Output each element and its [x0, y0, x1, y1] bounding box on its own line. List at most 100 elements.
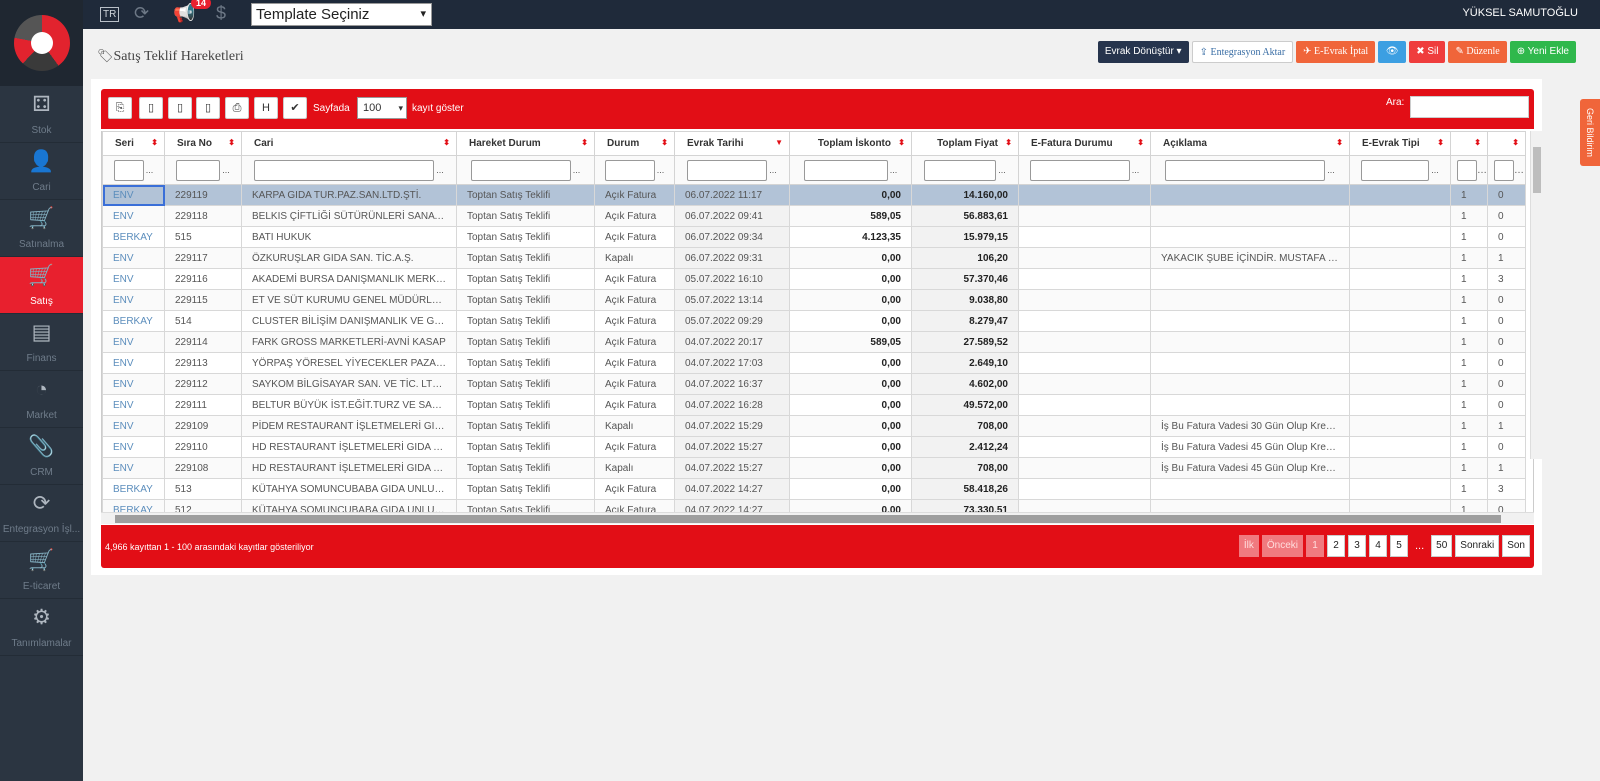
delete-button[interactable]: ✖ Sil: [1409, 41, 1446, 63]
filter-input[interactable]: [113, 159, 144, 181]
edit-button[interactable]: ✎ Düzenle: [1448, 41, 1507, 63]
table-row[interactable]: BERKAY 514 CLUSTER BİLİŞİM DANIŞMANLIK VE …: [102, 310, 1526, 332]
sidebar-item-3[interactable]: 🛒 Satış: [0, 257, 83, 314]
column-header[interactable]: Cari ⬍: [241, 131, 457, 156]
scroll-thumb[interactable]: [1533, 147, 1541, 193]
filter-input[interactable]: [803, 159, 888, 181]
column-header[interactable]: Toplam İskonto ⬍: [789, 131, 912, 156]
page-size-select[interactable]: 100 ▾: [357, 97, 407, 119]
scroll-thumb[interactable]: [115, 515, 1501, 523]
sidebar-item-5[interactable]: ◔ Market: [0, 371, 83, 428]
filter-input[interactable]: [604, 159, 655, 181]
column-header[interactable]: ⬍: [1487, 131, 1526, 156]
language-switch[interactable]: TR: [100, 7, 120, 22]
filter-input[interactable]: [254, 159, 435, 181]
page-button-5[interactable]: 5: [1390, 535, 1408, 557]
column-header[interactable]: E-Evrak Tipi ⬍: [1349, 131, 1451, 156]
copy-icon[interactable]: ⎘: [108, 97, 132, 119]
table-row[interactable]: ENV 229113 YÖRPAŞ YÖRESEL YİYECEKLER PAZAR…: [102, 352, 1526, 374]
table-cell[interactable]: ENV: [102, 394, 165, 416]
first-page-button[interactable]: İlk: [1238, 535, 1259, 557]
table-cell[interactable]: ENV: [102, 373, 165, 395]
table-row[interactable]: ENV 229110 HD RESTAURANT İŞLETMELERİ GIDA …: [102, 436, 1526, 458]
filter-options-icon[interactable]: ...: [769, 165, 777, 175]
vertical-scrollbar[interactable]: [1530, 131, 1542, 459]
sidebar-item-8[interactable]: 🛒 E-ticaret: [0, 542, 83, 599]
filter-input[interactable]: [1165, 159, 1326, 181]
h-button[interactable]: H: [254, 97, 278, 119]
column-header[interactable]: Durum ⬍: [594, 131, 675, 156]
page-button-4[interactable]: 4: [1369, 535, 1387, 557]
table-cell[interactable]: ENV: [102, 205, 165, 227]
table-row[interactable]: ENV 229119 KARPA GIDA TUR.PAZ.SAN.LTD.ŞTİ.…: [102, 184, 1526, 206]
table-cell[interactable]: BERKAY: [102, 310, 165, 332]
sidebar-item-0[interactable]: ⚃ Stok: [0, 86, 83, 143]
csv-icon[interactable]: ▯: [139, 97, 163, 119]
table-cell[interactable]: ENV: [102, 415, 165, 437]
column-header[interactable]: Toplam Fiyat ⬍: [911, 131, 1019, 156]
table-row[interactable]: BERKAY 513 KÜTAHYA SOMUNCUBABA GIDA UNLU M…: [102, 478, 1526, 500]
filter-options-icon[interactable]: ...: [657, 165, 665, 175]
check-icon[interactable]: ✔: [283, 97, 307, 119]
add-new-button[interactable]: ⊕ Yeni Ekle: [1509, 41, 1576, 63]
column-header[interactable]: Evrak Tarihi ▼: [674, 131, 790, 156]
prev-page-button[interactable]: Önceki: [1261, 535, 1303, 557]
table-row[interactable]: ENV 229112 SAYKOM BİLGİSAYAR SAN. VE TİC. …: [102, 373, 1526, 395]
table-cell[interactable]: ENV: [102, 352, 165, 374]
sidebar-item-2[interactable]: 🛒 Satınalma: [0, 200, 83, 257]
column-header[interactable]: Seri ⬍: [102, 131, 165, 156]
table-row[interactable]: ENV 229116 AKADEMİ BURSA DANIŞMANLIK MERKE…: [102, 268, 1526, 290]
filter-input[interactable]: [1494, 159, 1514, 181]
table-cell[interactable]: ENV: [102, 457, 165, 479]
table-row[interactable]: BERKAY 515 BATI HUKUK Toptan Satış Teklifi A…: [102, 226, 1526, 248]
horizontal-scrollbar[interactable]: [101, 512, 1534, 524]
table-cell[interactable]: ENV: [102, 184, 165, 206]
table-row[interactable]: ENV 229114 FARK GROSS MARKETLERİ-AVNİ KASA…: [102, 331, 1526, 353]
sidebar-item-4[interactable]: ▤ Finans: [0, 314, 83, 371]
next-page-button[interactable]: Sonraki: [1455, 535, 1500, 557]
sidebar-item-9[interactable]: ⚙ Tanımlamalar: [0, 599, 83, 656]
filter-input[interactable]: [1457, 159, 1477, 181]
table-row[interactable]: ENV 229108 HD RESTAURANT İŞLETMELERİ GIDA …: [102, 457, 1526, 479]
filter-input[interactable]: [924, 159, 997, 181]
template-select[interactable]: Template Seçiniz ▾: [251, 3, 432, 26]
column-header[interactable]: Sıra No ⬍: [164, 131, 242, 156]
table-cell[interactable]: ENV: [102, 436, 165, 458]
page-button-2[interactable]: 2: [1327, 535, 1345, 557]
entegrasyon-aktar-button[interactable]: ⇪ Entegrasyon Aktar: [1191, 41, 1294, 63]
filter-options-icon[interactable]: ...: [146, 165, 154, 175]
print-icon[interactable]: ⎙: [225, 97, 249, 119]
last-page-button[interactable]: Son: [1502, 535, 1530, 557]
view-button[interactable]: 👁: [1378, 41, 1407, 63]
filter-options-icon[interactable]: ...: [1132, 165, 1140, 175]
feedback-tab[interactable]: Geri Bildirim: [1580, 99, 1600, 166]
sidebar-item-7[interactable]: ⟳ Entegrasyon İşl...: [0, 485, 83, 542]
filter-input[interactable]: [687, 159, 768, 181]
column-header[interactable]: Açıklama ⬍: [1150, 131, 1350, 156]
table-cell[interactable]: ENV: [102, 247, 165, 269]
table-row[interactable]: ENV 229111 BELTUR BÜYÜK İST.EĞİT.TURZ VE S…: [102, 394, 1526, 416]
column-header[interactable]: ⬍: [1450, 131, 1488, 156]
table-row[interactable]: ENV 229118 BELKIS ÇİFTLİĞİ SÜTÜRÜNLERİ SAN…: [102, 205, 1526, 227]
e-evrak-iptal-button[interactable]: ✈ E-Evrak İptal: [1296, 41, 1376, 63]
filter-input[interactable]: [1029, 159, 1130, 181]
filter-input[interactable]: [176, 159, 221, 181]
page-button-50[interactable]: 50: [1431, 535, 1453, 557]
search-input[interactable]: [1410, 96, 1529, 118]
table-cell[interactable]: BERKAY: [102, 478, 165, 500]
filter-options-icon[interactable]: ...: [436, 165, 444, 175]
excel-icon[interactable]: ▯: [168, 97, 192, 119]
dollar-icon[interactable]: $: [216, 3, 226, 24]
table-row[interactable]: ENV 229117 ÖZKURUŞLAR GIDA SAN. TİC.A.Ş. To…: [102, 247, 1526, 269]
table-cell[interactable]: ENV: [102, 268, 165, 290]
evrak-donustur-button[interactable]: Evrak Dönüştür ▾: [1097, 41, 1189, 63]
table-cell[interactable]: ENV: [102, 289, 165, 311]
filter-options-icon[interactable]: ...: [1327, 165, 1335, 175]
filter-options-icon[interactable]: ...: [222, 165, 230, 175]
user-name[interactable]: YÜKSEL SAMUTOĞLU: [1462, 7, 1578, 19]
page-button-1[interactable]: 1: [1306, 535, 1324, 557]
column-header[interactable]: Hareket Durum ⬍: [456, 131, 595, 156]
filter-options-icon[interactable]: ...: [998, 165, 1006, 175]
filter-options-icon[interactable]: ...: [1431, 165, 1439, 175]
filter-input[interactable]: [1361, 159, 1430, 181]
